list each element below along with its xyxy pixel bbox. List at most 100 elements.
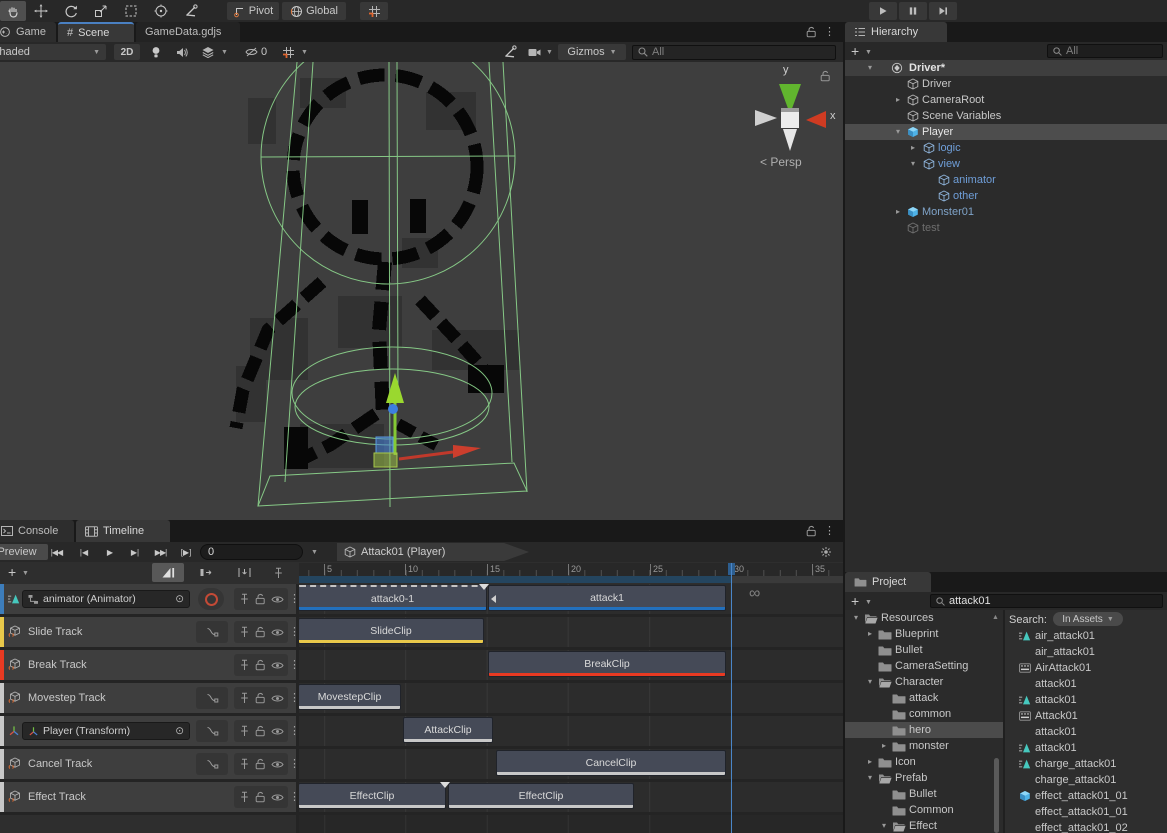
goto-start-button[interactable]: |◀◀ (44, 544, 69, 560)
result-row[interactable]: Attack01 (1005, 708, 1167, 724)
tree-item-blueprint[interactable]: ▸ Blueprint (845, 626, 1003, 642)
track-header-cancel[interactable]: Cancel Track ⋮ (0, 749, 296, 779)
hierarchy-item-other[interactable]: other (845, 188, 1167, 204)
pin-icon[interactable] (240, 791, 249, 803)
tree-item-effect[interactable]: ▾ Effect (845, 818, 1003, 833)
pivot-toggle-button[interactable]: Pivot (227, 2, 279, 20)
step-button[interactable] (929, 2, 957, 20)
hierarchy-item-cameraroot[interactable]: ▸ CameraRoot (845, 92, 1167, 108)
scene-menu-icon[interactable]: ⋮ (824, 26, 835, 38)
add-track-chevron-icon[interactable]: ▼ (22, 570, 29, 577)
lock-icon[interactable] (255, 626, 266, 638)
eye-icon[interactable] (271, 661, 284, 670)
tab-gamedata[interactable]: GameData.gdjs (136, 22, 240, 42)
ripple-mode-button[interactable] (228, 563, 260, 582)
player-binding-field[interactable]: Player (Transform) ⊙ (22, 722, 190, 740)
pin-icon[interactable] (240, 626, 249, 638)
foldout-icon[interactable]: ▾ (879, 818, 889, 833)
hierarchy-item-driver[interactable]: Driver (845, 76, 1167, 92)
project-search-input[interactable]: attack01 (930, 594, 1163, 608)
hierarchy-item-test[interactable]: test (845, 220, 1167, 236)
track-header-player[interactable]: Player (Transform) ⊙ ⋮ (0, 716, 296, 746)
curves-toggle-button[interactable] (196, 621, 228, 643)
tree-item-prefab-common[interactable]: Common (845, 802, 1003, 818)
hierarchy-search-input[interactable]: All (1047, 44, 1163, 58)
2d-toggle-button[interactable]: 2D (114, 44, 140, 60)
tab-console[interactable]: Console (0, 520, 74, 542)
custom-tools-button[interactable] (178, 1, 204, 21)
scroll-up-icon[interactable]: ▲ (992, 610, 999, 626)
replace-mode-button[interactable] (268, 563, 288, 582)
next-frame-button[interactable]: ▶| (124, 544, 146, 560)
result-row[interactable]: charge_attack01 (1005, 756, 1167, 772)
scene-viewport[interactable]: y x < Persp (0, 62, 843, 520)
result-row[interactable]: attack01 (1005, 724, 1167, 740)
object-picker-icon[interactable]: ⊙ (175, 593, 184, 605)
hierarchy-item-scene-variables[interactable]: Scene Variables (845, 108, 1167, 124)
result-row[interactable]: charge_attack01 (1005, 772, 1167, 788)
gizmo-lock-icon[interactable] (820, 70, 831, 82)
lock-icon[interactable] (255, 692, 266, 704)
vertical-panel-divider[interactable] (843, 22, 845, 833)
foldout-icon[interactable]: ▸ (908, 140, 918, 156)
scene-lighting-button[interactable] (146, 44, 166, 60)
tree-item-prefab-bullet[interactable]: Bullet (845, 786, 1003, 802)
clip-movestep[interactable]: MovestepClip (299, 684, 401, 710)
hierarchy-item-logic[interactable]: ▸ logic (845, 140, 1167, 156)
clip-attack0-1[interactable]: attack0-1 (299, 585, 487, 611)
track-header-break[interactable]: Break Track ⋮ (0, 650, 296, 680)
create-chevron-icon[interactable]: ▼ (865, 49, 872, 56)
result-row[interactable]: effect_attack01_01 (1005, 804, 1167, 820)
scale-tool-button[interactable] (88, 1, 114, 21)
result-row[interactable]: AirAttack01 (1005, 660, 1167, 676)
track-header-slide[interactable]: Slide Track ⋮ (0, 617, 296, 647)
tree-item-resources[interactable]: ▾ Resources (845, 610, 1003, 626)
scene-effects-button[interactable] (198, 44, 218, 60)
pause-button[interactable] (899, 2, 927, 20)
tree-item-prefab[interactable]: ▾ Prefab (845, 770, 1003, 786)
lock-icon[interactable] (255, 725, 266, 737)
timeline-lock-icon[interactable] (806, 525, 817, 537)
eye-icon[interactable] (271, 694, 284, 703)
pin-icon[interactable] (240, 758, 249, 770)
camera-chevron-icon[interactable]: ▼ (546, 49, 553, 56)
record-button[interactable] (198, 588, 224, 610)
foldout-icon[interactable]: ▾ (893, 124, 903, 140)
pin-icon[interactable] (240, 593, 249, 605)
frame-counter-field[interactable]: 0 (200, 544, 303, 560)
tree-scrollbar-thumb[interactable] (994, 758, 999, 833)
tab-timeline[interactable]: Timeline (76, 520, 170, 542)
scene-tools-button[interactable] (500, 44, 520, 60)
add-track-button[interactable]: + (8, 564, 16, 580)
tree-item-common[interactable]: common (845, 706, 1003, 722)
pin-icon[interactable] (240, 692, 249, 704)
clip-attack1[interactable]: attack1 (488, 585, 726, 611)
result-row[interactable]: attack01 (1005, 692, 1167, 708)
foldout-icon[interactable]: ▾ (865, 60, 875, 76)
hidden-objects-button[interactable]: 0 (238, 44, 274, 60)
play-button[interactable] (869, 2, 897, 20)
tree-item-monster[interactable]: ▸ monster (845, 738, 1003, 754)
foldout-icon[interactable]: ▾ (908, 156, 918, 172)
eye-icon[interactable] (271, 727, 284, 736)
tree-item-camerasetting[interactable]: CameraSetting (845, 658, 1003, 674)
playhead-line[interactable] (731, 563, 732, 833)
breadcrumb[interactable]: Attack01 (Player) (337, 543, 529, 561)
gizmos-dropdown[interactable]: Gizmos ▼ (558, 44, 626, 60)
eye-icon[interactable] (271, 760, 284, 769)
curves-view-toggle[interactable] (152, 563, 184, 582)
track-header-effect[interactable]: Effect Track ⋮ (0, 782, 296, 812)
foldout-icon[interactable]: ▸ (879, 738, 889, 754)
preview-toggle-button[interactable]: Preview (0, 544, 48, 560)
pin-icon[interactable] (240, 725, 249, 737)
result-row[interactable]: air_attack01 (1005, 628, 1167, 644)
tree-item-attack[interactable]: attack (845, 690, 1003, 706)
eye-icon[interactable] (271, 595, 284, 604)
tree-item-bullet[interactable]: Bullet (845, 642, 1003, 658)
clip-effect-2[interactable]: EffectClip (448, 783, 634, 809)
clip-cancel[interactable]: CancelClip (496, 750, 726, 776)
result-row[interactable]: effect_attack01_01 (1005, 788, 1167, 804)
scene-lock-icon[interactable] (806, 26, 817, 38)
hierarchy-item-view[interactable]: ▾ view (845, 156, 1167, 172)
tab-project[interactable]: Project (845, 572, 931, 592)
